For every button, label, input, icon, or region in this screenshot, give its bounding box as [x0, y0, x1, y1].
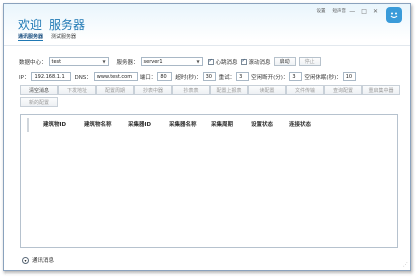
sound-link[interactable]: 短声音: [333, 8, 347, 14]
retry-label: 重试：: [218, 74, 236, 81]
stop-button[interactable]: 停止: [298, 57, 321, 66]
retry-field[interactable]: 3: [236, 72, 250, 81]
col-building-name[interactable]: 建筑物名称: [84, 120, 112, 128]
idle-sleep-label: 空闲休眠(秒)：: [304, 74, 342, 81]
settings-link[interactable]: 设置: [317, 8, 326, 14]
welcome-title: 欢迎: [18, 18, 43, 32]
start-button[interactable]: 启动: [273, 57, 296, 66]
idle-disconnect-field[interactable]: 3: [289, 72, 303, 81]
window-controls: — □ ✕: [349, 8, 378, 15]
port-label: 端口：: [139, 74, 157, 81]
new-config-button[interactable]: 新的配置: [20, 97, 58, 107]
clear-messages-button[interactable]: 清空消息: [20, 85, 58, 95]
datacenter-label: 数据中心：: [19, 59, 47, 66]
port-field[interactable]: 80: [157, 72, 173, 81]
col-setting-status[interactable]: 设置状态: [251, 120, 273, 128]
tab-bar: 通讯服务器 测试服务器: [18, 33, 76, 41]
timeout-field[interactable]: 30: [202, 72, 216, 81]
read-config-button[interactable]: 读配置: [248, 85, 286, 95]
chevron-down-icon: ▼: [196, 59, 200, 64]
top-links: 设置 短声音: [317, 8, 347, 14]
tab-comm-server[interactable]: 通讯服务器: [18, 33, 44, 41]
dns-field[interactable]: www.test.com: [93, 72, 138, 81]
config-period-button[interactable]: 配置周期: [96, 85, 134, 95]
timeout-label: 超时(秒)：: [175, 74, 202, 81]
col-connection-status[interactable]: 连接状态: [289, 120, 311, 128]
read-concentrator-button[interactable]: 抄表中器: [134, 85, 172, 95]
maximize-icon[interactable]: □: [361, 8, 367, 15]
server-value: server1: [143, 58, 163, 65]
ip-field[interactable]: 192.168.1.1: [31, 72, 72, 81]
file-transfer-button[interactable]: 文件传输: [286, 85, 324, 95]
app-window: 欢迎 服务器 通讯服务器 测试服务器 设置 短声音 — □ ✕ 数据中心： te…: [3, 3, 411, 271]
ip-label: IP：: [19, 74, 30, 81]
heartbeat-label: 心跳消息: [215, 59, 238, 66]
network-row: IP： 192.168.1.1 DNS： www.test.com 端口： 80…: [19, 72, 356, 81]
page-title: 服务器: [49, 18, 86, 32]
header-divider: [4, 45, 410, 46]
idle-sleep-field[interactable]: 10: [342, 72, 356, 81]
scroll-label: 滚动消息: [248, 59, 271, 66]
server-label: 服务器：: [116, 59, 139, 66]
heartbeat-checkbox[interactable]: ✓: [207, 58, 214, 65]
message-panel-toggle[interactable]: ▾ 通讯消息: [22, 256, 54, 264]
send-address-button[interactable]: 下发地址: [58, 85, 96, 95]
chevron-down-icon[interactable]: ▾: [22, 256, 29, 264]
datacenter-value: test: [51, 58, 62, 65]
minimize-icon[interactable]: —: [349, 8, 355, 15]
scroll-checkbox[interactable]: ✓: [240, 58, 247, 65]
tab-test-server[interactable]: 测试服务器: [51, 33, 76, 41]
col-collector-id[interactable]: 采集器ID: [128, 120, 151, 128]
table-header: 建筑物ID 建筑物名称 采集器ID 采集器名称 采集周期 设置状态 连接状态: [21, 120, 397, 130]
resize-grip-icon[interactable]: ⋰: [403, 262, 408, 268]
chevron-down-icon: ▼: [102, 59, 106, 64]
header: 欢迎 服务器 通讯服务器 测试服务器 设置 短声音 — □ ✕: [4, 4, 410, 41]
col-building-id[interactable]: 建筑物ID: [43, 120, 66, 128]
messages-label: 通讯消息: [32, 258, 55, 264]
smile-logo-icon: [386, 7, 402, 23]
config-report-button[interactable]: 配置上报表: [210, 85, 248, 95]
idle-disconnect-label: 空闲断开(分)：: [251, 74, 289, 81]
col-collection-period[interactable]: 采集周期: [211, 120, 233, 128]
close-icon[interactable]: ✕: [373, 8, 378, 15]
dns-label: DNS：: [74, 74, 92, 81]
query-config-button[interactable]: 查询配置: [324, 85, 362, 95]
server-select[interactable]: server1 ▼: [140, 57, 203, 66]
col-collector-name[interactable]: 采集器名称: [169, 120, 197, 128]
window-shadow: [6, 271, 411, 275]
restart-concentrator-button[interactable]: 重启集中器: [362, 85, 400, 95]
read-meter-button[interactable]: 抄表表: [172, 85, 210, 95]
connection-row: 数据中心： test ▼ 服务器： server1 ▼ ✓ 心跳消息 ✓ 滚动消…: [19, 57, 321, 66]
datacenter-select[interactable]: test ▼: [48, 57, 109, 66]
collector-table: 建筑物ID 建筑物名称 采集器ID 采集器名称 采集周期 设置状态 连接状态: [20, 114, 398, 248]
